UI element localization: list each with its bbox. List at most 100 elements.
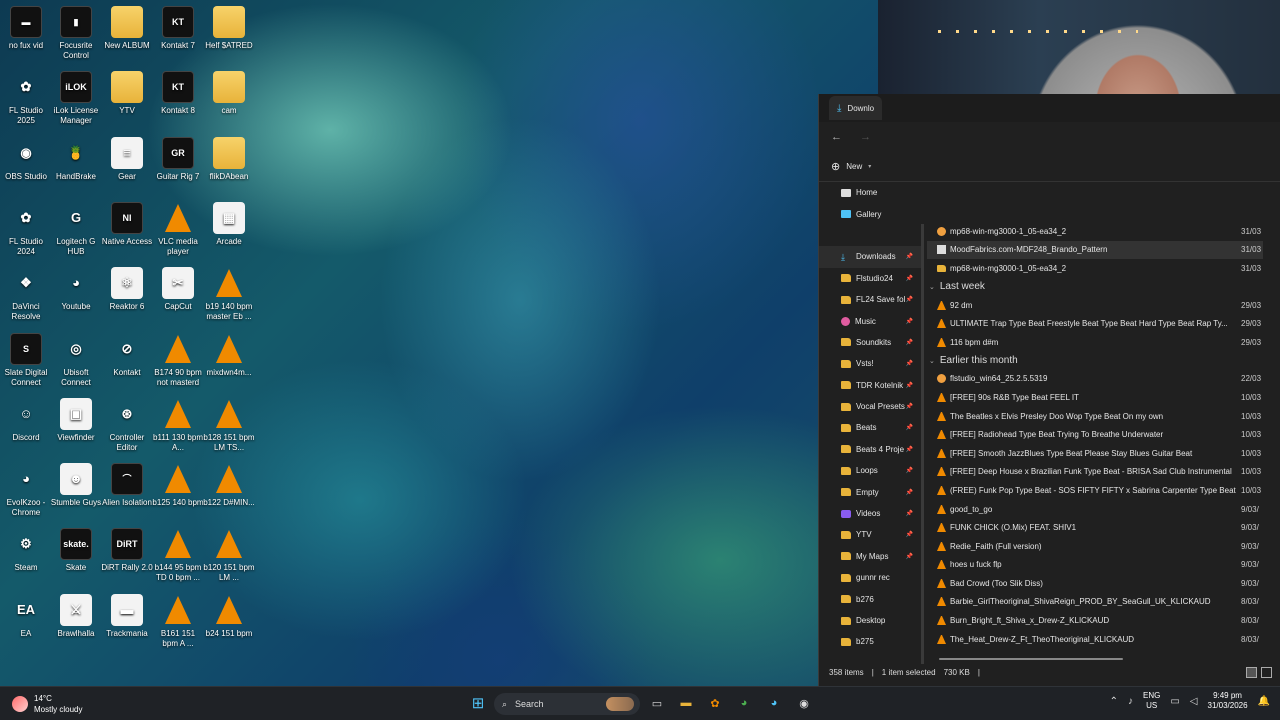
file-row[interactable]: FUNK CHICK (O.Mix) FEAT. SHIV1 9/03/ — [927, 518, 1263, 537]
sidebar-item[interactable]: Videos 📌 — [819, 503, 921, 524]
sidebar-item[interactable]: gunnr rec — [819, 567, 921, 588]
sidebar-item[interactable]: b276 — [819, 588, 921, 609]
desktop-icon[interactable]: ◕ Youtube — [50, 267, 102, 312]
desktop-icon[interactable]: ◉ OBS Studio — [0, 137, 52, 182]
desktop-icon[interactable]: ✂ CapCut — [152, 267, 204, 312]
desktop-icon[interactable]: ◕ EvolKzoo - Chrome — [0, 463, 52, 518]
sidebar-item[interactable]: b275 — [819, 631, 921, 652]
file-row[interactable]: hoes u fuck flp 9/03/ — [927, 556, 1263, 575]
file-row[interactable]: [FREE] Smooth JazzBlues Type Beat Please… — [927, 444, 1263, 463]
sidebar-item[interactable]: My Maps 📌 — [819, 546, 921, 567]
desktop-icon[interactable]: flikDAbean — [203, 136, 255, 182]
desktop-icon[interactable]: NI Native Access — [101, 201, 153, 247]
forward-arrow-icon[interactable]: → — [860, 131, 871, 143]
file-row[interactable]: The_Heat_Drew-Z_Ft_TheoTheoriginal_KLICK… — [927, 630, 1263, 649]
desktop-icon[interactable]: b24 151 bpm — [203, 594, 255, 639]
group-header[interactable]: ⌄ Earlier this month — [927, 352, 1263, 370]
file-row[interactable]: The Beatles x Elvis Presley Doo Wop Type… — [927, 407, 1263, 426]
sidebar-item[interactable]: Vsts! 📌 — [819, 353, 921, 374]
back-arrow-icon[interactable]: ← — [831, 131, 842, 143]
sidebar-item[interactable]: Loops 📌 — [819, 460, 921, 481]
sidebar-item[interactable]: FL24 Save fol 📌 — [819, 289, 921, 310]
pane-splitter[interactable] — [921, 224, 924, 664]
desktop-icon[interactable]: ▣ Viewfinder — [50, 397, 102, 443]
file-row[interactable]: [FREE] Radiohead Type Beat Trying To Bre… — [927, 425, 1263, 444]
desktop-icon[interactable]: B174 90 bpm not masterd — [152, 333, 204, 388]
horizontal-scrollbar[interactable] — [939, 658, 1123, 660]
desktop-icon[interactable]: DiRT DiRT Rally 2.0 — [101, 528, 153, 573]
tiles-view-icon[interactable] — [1261, 666, 1272, 678]
new-button[interactable]: New — [846, 162, 862, 171]
sidebar-item[interactable]: Flstudio24 📌 — [819, 268, 921, 289]
file-row[interactable]: 116 bpm d#m 29/03 — [927, 333, 1263, 352]
sidebar-item[interactable]: Home — [819, 182, 921, 203]
file-row[interactable]: [FREE] 90s R&B Type Beat FEEL IT 10/03 — [927, 388, 1263, 407]
file-row[interactable]: mp68-win-mg3000-1_05-ea34_2 31/03 — [927, 259, 1263, 278]
desktop-icon[interactable]: b128 151 bpm LM TS... — [203, 398, 255, 453]
desktop-icon[interactable]: iLOK iLok License Manager — [50, 71, 102, 126]
task-view-icon[interactable]: ▭ — [647, 693, 667, 713]
desktop-icon[interactable]: ▬ no fux vid — [0, 6, 52, 51]
sidebar-item[interactable]: Desktop — [819, 610, 921, 631]
desktop-icon[interactable]: b120 151 bpm LM ... — [203, 528, 255, 583]
file-row[interactable]: Redie_Faith (Full version) 9/03/ — [927, 537, 1263, 556]
sidebar-item[interactable]: TDR Kotelnik 📌 — [819, 375, 921, 396]
sidebar-item[interactable]: ⤓ Downloads 📌 — [819, 246, 921, 268]
sidebar-item[interactable]: YTV 📌 — [819, 524, 921, 545]
desktop-icon[interactable]: ≡ Gear — [101, 136, 153, 182]
file-row[interactable]: Bad Crowd (Too Slik Diss) 9/03/ — [927, 574, 1263, 593]
obs-taskbar-icon[interactable]: ◉ — [794, 693, 814, 713]
file-row[interactable]: good_to_go 9/03/ — [927, 500, 1263, 519]
weather-widget[interactable]: 14°C Mostly cloudy — [12, 693, 82, 715]
desktop-icon[interactable]: EA EA — [0, 594, 52, 639]
desktop-icon[interactable]: b144 95 bpm TD 0 bpm ... — [152, 528, 204, 583]
desktop-icon[interactable]: KT Kontakt 7 — [152, 6, 204, 51]
file-row[interactable]: Burn_Bright_ft_Shiva_x_Drew-Z_KLICKAUD 8/… — [927, 611, 1263, 630]
sidebar-item[interactable]: Music 📌 — [819, 310, 921, 331]
desktop-icon[interactable]: mixdwn4m... — [203, 333, 255, 378]
desktop-icon[interactable]: ▦ Arcade — [203, 201, 255, 247]
sidebar-item[interactable]: Gallery — [819, 203, 921, 224]
desktop-icon[interactable]: ⚙ Steam — [0, 528, 52, 573]
file-explorer-taskbar-icon[interactable]: ▬ — [676, 693, 696, 713]
desktop-icon[interactable]: Helf $ATRED — [203, 6, 255, 51]
taskbar-search[interactable]: ⌕ Search — [494, 693, 640, 715]
file-explorer-window[interactable]: ⤓ Downlo ← → ⊕ New ▾ Home Gallery ⤓ Downloa… — [818, 94, 1280, 686]
desktop-icon[interactable]: VLC media player — [152, 202, 204, 257]
file-row[interactable]: 92 dm 29/03 — [927, 296, 1263, 315]
desktop-icon[interactable]: ▮ Focusrite Control — [50, 6, 102, 61]
file-row[interactable]: mp68-win-mg3000-1_05-ea34_2 31/03 — [927, 222, 1263, 241]
desktop-icon[interactable]: KT Kontakt 8 — [152, 71, 204, 116]
desktop-icon[interactable]: ⊘ Kontakt — [101, 333, 153, 378]
desktop-icon[interactable]: ◎ Ubisoft Connect — [50, 333, 102, 388]
chrome-profile-taskbar-icon[interactable]: ◕ — [764, 693, 784, 713]
tab-downloads[interactable]: ⤓ Downlo — [829, 96, 883, 120]
chevron-down-icon[interactable]: ▾ — [868, 163, 871, 170]
sidebar-item[interactable]: Vocal Presets 📌 — [819, 396, 921, 417]
desktop-icon[interactable]: b111 130 bpm A... — [152, 398, 204, 453]
file-row[interactable]: MoodFabrics.com-MDF248_Brando_Pattern 31/… — [927, 240, 1263, 260]
desktop-icon[interactable]: b125 140 bpm — [152, 463, 204, 508]
explorer-titlebar[interactable]: ⤓ Downlo — [819, 94, 1280, 122]
desktop-icon[interactable]: B161 151 bpm A ... — [152, 594, 204, 649]
desktop-icon[interactable]: b122 D#MIN... — [203, 463, 255, 508]
desktop-icon[interactable]: ⌒ Alien Isolation — [101, 463, 153, 508]
desktop-icon[interactable]: YTV — [101, 71, 153, 116]
notification-bell-icon[interactable]: 🔔 — [1258, 696, 1270, 707]
desktop-icon[interactable]: cam — [203, 71, 255, 116]
details-view-icon[interactable] — [1246, 666, 1257, 678]
desktop-icon[interactable]: ⚛ Reaktor 6 — [101, 267, 153, 312]
desktop-icon[interactable]: ❖ DaVinci Resolve — [0, 267, 52, 322]
chevron-up-icon[interactable]: ⌃ — [1110, 696, 1118, 707]
desktop-icon[interactable]: ✿ FL Studio 2025 — [0, 71, 52, 126]
language-indicator[interactable]: ENG US — [1143, 691, 1160, 711]
sidebar-item[interactable]: Empty 📌 — [819, 481, 921, 502]
desktop-icon[interactable]: New ALBUM — [101, 6, 153, 51]
file-row[interactable]: ULTIMATE Trap Type Beat Freestyle Beat T… — [927, 314, 1263, 333]
desktop-icon[interactable]: ⊛ Controller Editor — [101, 398, 153, 453]
sidebar-item[interactable] — [819, 225, 921, 246]
desktop-icon[interactable]: GR Guitar Rig 7 — [152, 136, 204, 182]
desktop-icon[interactable]: ☻ Stumble Guys — [50, 463, 102, 508]
chrome-taskbar-icon[interactable]: ◕ — [734, 693, 754, 713]
desktop-icon[interactable]: ☺ Discord — [0, 398, 52, 443]
